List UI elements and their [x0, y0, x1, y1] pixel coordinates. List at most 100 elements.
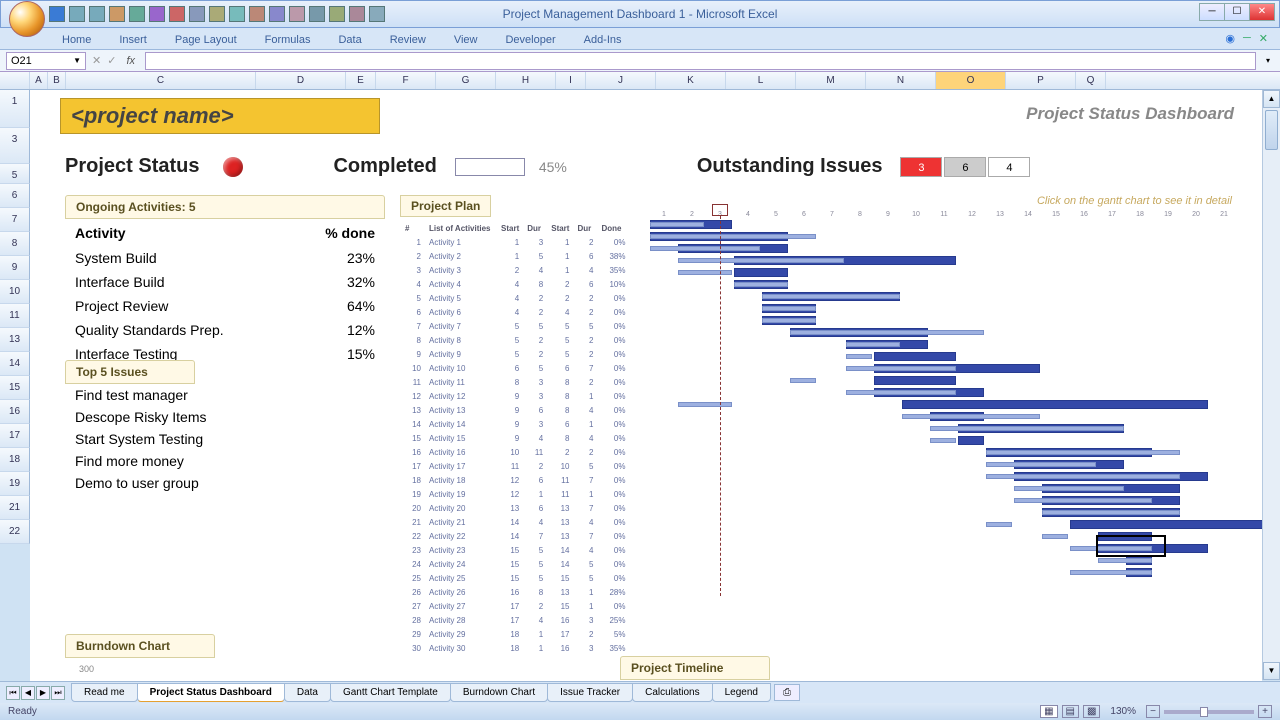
col-header-E[interactable]: E: [346, 72, 376, 89]
formula-input[interactable]: [145, 52, 1256, 70]
sheet-tab-issue-tracker[interactable]: Issue Tracker: [547, 683, 633, 702]
row-header-7[interactable]: 7: [0, 208, 30, 232]
new-sheet-icon[interactable]: ⎙: [774, 684, 800, 701]
gantt-bar-actual: [1042, 534, 1068, 539]
row-header-1[interactable]: 1: [0, 90, 30, 128]
worksheet[interactable]: <project name> Project Status Dashboard …: [30, 90, 1262, 692]
workbook-close-icon[interactable]: ✕: [1259, 32, 1268, 45]
qat-icon[interactable]: [269, 6, 285, 22]
row-header-14[interactable]: 14: [0, 352, 30, 376]
row-header-13[interactable]: 13: [0, 328, 30, 352]
row-header-21[interactable]: 21: [0, 496, 30, 520]
zoom-slider[interactable]: [1164, 710, 1254, 714]
save-icon[interactable]: [49, 6, 65, 22]
enter-icon[interactable]: ✓: [107, 54, 116, 67]
row-header-18[interactable]: 18: [0, 448, 30, 472]
help-icon[interactable]: ◉: [1225, 32, 1235, 45]
ribbon-tab-view[interactable]: View: [440, 31, 492, 49]
col-header-L[interactable]: L: [726, 72, 796, 89]
qat-icon[interactable]: [329, 6, 345, 22]
row-header-17[interactable]: 17: [0, 424, 30, 448]
qat-icon[interactable]: [289, 6, 305, 22]
col-header-B[interactable]: B: [48, 72, 66, 89]
col-header-N[interactable]: N: [866, 72, 936, 89]
sheet-tab-burndown-chart[interactable]: Burndown Chart: [450, 683, 548, 702]
office-button[interactable]: [9, 1, 45, 37]
qat-icon[interactable]: [109, 6, 125, 22]
col-header-F[interactable]: F: [376, 72, 436, 89]
tab-first-icon[interactable]: ⏮: [6, 686, 20, 700]
view-normal-icon[interactable]: ▦: [1040, 705, 1057, 718]
expand-fbar-icon[interactable]: ▾: [1262, 56, 1274, 65]
row-header-9[interactable]: 9: [0, 256, 30, 280]
cancel-icon[interactable]: ✕: [92, 54, 101, 67]
col-header-H[interactable]: H: [496, 72, 556, 89]
scroll-up-button[interactable]: ▲: [1263, 90, 1280, 108]
tab-prev-icon[interactable]: ◀: [21, 686, 35, 700]
column-headers[interactable]: ABCDEFGHIJKLMNOPQ: [0, 72, 1280, 90]
qat-icon[interactable]: [309, 6, 325, 22]
qat-icon[interactable]: [349, 6, 365, 22]
col-header-A[interactable]: A: [30, 72, 48, 89]
col-header-K[interactable]: K: [656, 72, 726, 89]
row-header-3[interactable]: 3: [0, 128, 30, 164]
minimize-button[interactable]: ─: [1199, 3, 1225, 21]
sheet-tab-calculations[interactable]: Calculations: [632, 683, 712, 702]
sheet-tab-legend[interactable]: Legend: [712, 683, 771, 702]
zoom-out-button[interactable]: −: [1146, 705, 1160, 718]
row-header-8[interactable]: 8: [0, 232, 30, 256]
sheet-tab-data[interactable]: Data: [284, 683, 331, 702]
fx-icon[interactable]: fx: [122, 55, 139, 67]
row-header-22[interactable]: 22: [0, 520, 30, 544]
row-header-11[interactable]: 11: [0, 304, 30, 328]
ribbon-tab-add-ins[interactable]: Add-Ins: [570, 31, 636, 49]
col-header-P[interactable]: P: [1006, 72, 1076, 89]
ribbon-tab-developer[interactable]: Developer: [491, 31, 569, 49]
row-header-16[interactable]: 16: [0, 400, 30, 424]
tab-next-icon[interactable]: ▶: [36, 686, 50, 700]
undo-icon[interactable]: [69, 6, 85, 22]
sheet-tab-project-status-dashboard[interactable]: Project Status Dashboard: [137, 683, 285, 702]
qat-icon[interactable]: [209, 6, 225, 22]
vertical-scrollbar[interactable]: ▲ ▼: [1262, 90, 1280, 680]
col-header-I[interactable]: I: [556, 72, 586, 89]
sheet-tab-gantt-chart-template[interactable]: Gantt Chart Template: [330, 683, 451, 702]
ribbon-minimize-icon[interactable]: ─: [1243, 32, 1251, 45]
col-header-J[interactable]: J: [586, 72, 656, 89]
close-button[interactable]: ✕: [1249, 3, 1275, 21]
name-box[interactable]: O21▼: [6, 52, 86, 70]
row-header-10[interactable]: 10: [0, 280, 30, 304]
redo-icon[interactable]: [89, 6, 105, 22]
col-header-G[interactable]: G: [436, 72, 496, 89]
qat-icon[interactable]: [229, 6, 245, 22]
qat-icon[interactable]: [129, 6, 145, 22]
qat-icon[interactable]: [169, 6, 185, 22]
tab-last-icon[interactable]: ⏭: [51, 686, 65, 700]
col-header-O[interactable]: O: [936, 72, 1006, 89]
row-header-6[interactable]: 6: [0, 184, 30, 208]
row-header-5[interactable]: 5: [0, 164, 30, 184]
qat-icon[interactable]: [149, 6, 165, 22]
qat-icon[interactable]: [249, 6, 265, 22]
select-all-corner[interactable]: [0, 72, 30, 89]
maximize-button[interactable]: ☐: [1224, 3, 1250, 21]
qat-icon[interactable]: [369, 6, 385, 22]
row-headers[interactable]: 13567891011131415161718192122: [0, 90, 30, 544]
col-header-M[interactable]: M: [796, 72, 866, 89]
view-layout-icon[interactable]: ▤: [1062, 705, 1079, 718]
scroll-down-button[interactable]: ▼: [1263, 662, 1280, 680]
project-name-cell[interactable]: <project name>: [60, 98, 380, 134]
view-pagebreak-icon[interactable]: ▩: [1083, 705, 1100, 718]
window-title: Project Management Dashboard 1 - Microso…: [503, 7, 778, 21]
gantt-panel[interactable]: Project Plan Click on the gantt chart to…: [400, 195, 1252, 656]
col-header-Q[interactable]: Q: [1076, 72, 1106, 89]
sheet-tab-read-me[interactable]: Read me: [71, 683, 138, 702]
col-header-D[interactable]: D: [256, 72, 346, 89]
scroll-thumb[interactable]: [1265, 110, 1278, 150]
zoom-in-button[interactable]: +: [1258, 705, 1272, 718]
col-header-C[interactable]: C: [66, 72, 256, 89]
qat-icon[interactable]: [189, 6, 205, 22]
row-header-15[interactable]: 15: [0, 376, 30, 400]
row-header-19[interactable]: 19: [0, 472, 30, 496]
zoom-pct[interactable]: 130%: [1110, 706, 1136, 717]
